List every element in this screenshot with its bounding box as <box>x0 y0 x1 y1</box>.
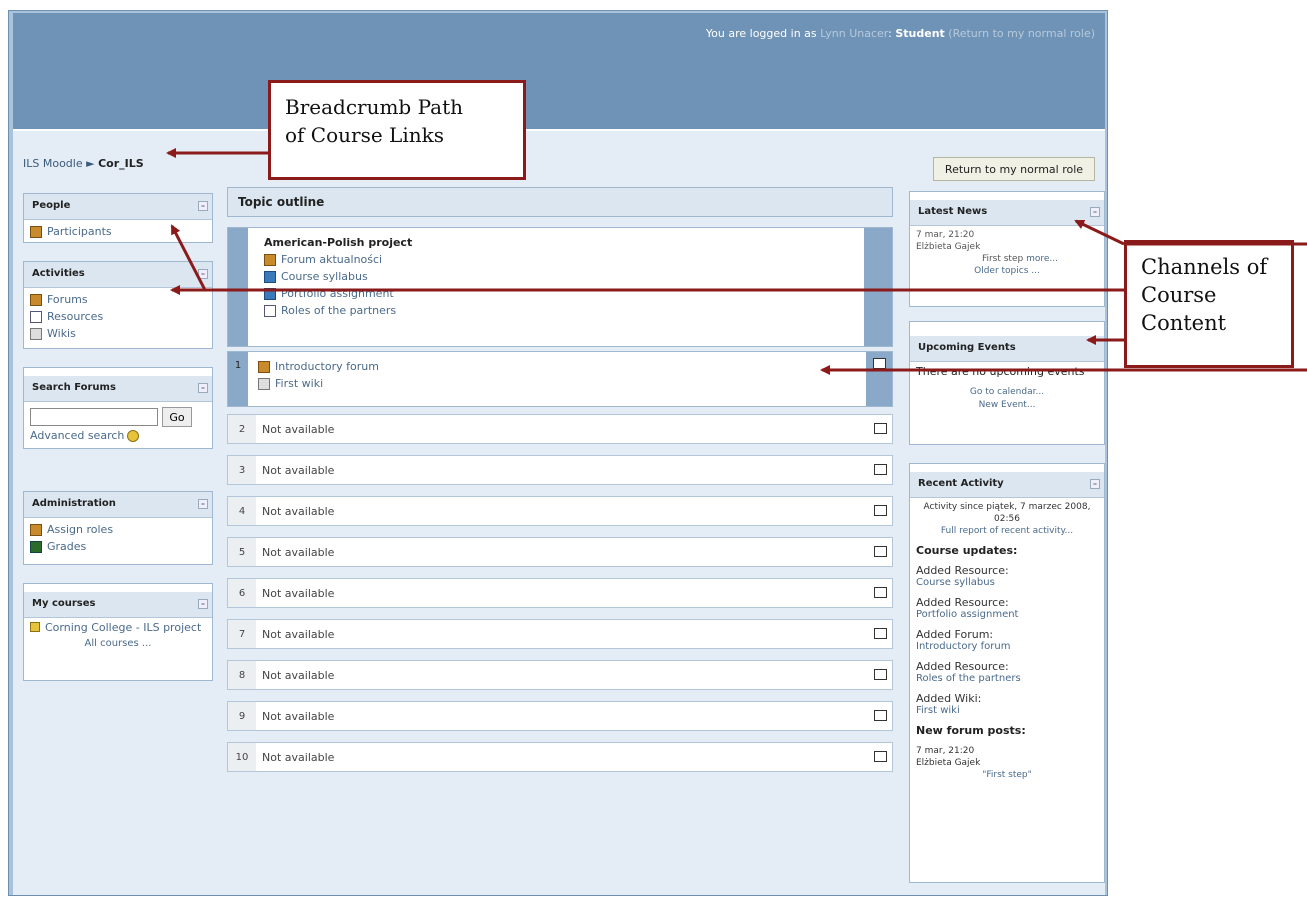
activity-entry: Added Resource: Portfolio assignment <box>916 597 1098 621</box>
topic-row: 9 Not available <box>227 701 893 731</box>
activity-link[interactable]: First wiki <box>916 705 1098 717</box>
recent-activity-block: Recent Activity – Activity since piątek, … <box>909 463 1105 883</box>
highlight-checkbox[interactable] <box>874 464 887 475</box>
activity-entry: Added Forum: Introductory forum <box>916 629 1098 653</box>
collapse-icon[interactable]: – <box>198 201 208 211</box>
highlight-checkbox[interactable] <box>874 546 887 557</box>
page-title: Topic outline <box>238 195 325 209</box>
wiki-icon <box>258 377 270 390</box>
topic-row: 3 Not available <box>227 455 893 485</box>
forums-link[interactable]: Forums <box>30 291 206 308</box>
main-content: ILS Moodle ► Cor_ILS Return to my normal… <box>13 129 1105 895</box>
section-0: American-Polish project Forum aktualnośc… <box>227 227 893 347</box>
highlight-checkbox[interactable] <box>874 751 887 762</box>
breadcrumb-annotation: Breadcrumb Path of Course Links <box>268 80 526 180</box>
breadcrumb-course: Cor_ILS <box>98 157 144 170</box>
collapse-icon[interactable]: – <box>1090 479 1100 489</box>
section-1: 1 Introductory forum First wiki <box>227 351 893 407</box>
resources-link[interactable]: Resources <box>30 308 206 325</box>
participants-link[interactable]: Participants <box>30 223 206 240</box>
wiki-icon <box>30 327 42 340</box>
activity-link[interactable]: Introductory forum <box>916 641 1098 653</box>
highlight-checkbox[interactable] <box>874 628 887 639</box>
resource-icon <box>264 270 276 283</box>
collapse-icon[interactable]: – <box>198 269 208 279</box>
user-link[interactable]: Lynn Unacer <box>820 27 888 40</box>
course-icon <box>30 622 40 632</box>
topic-row: 2 Not available <box>227 414 893 444</box>
forum-icon <box>264 253 276 266</box>
assign-roles-link[interactable]: Assign roles <box>30 521 206 538</box>
roles-icon <box>30 523 42 536</box>
upcoming-events-block: Upcoming Events There are no upcoming ev… <box>909 321 1105 445</box>
breadcrumb-home[interactable]: ILS Moodle <box>23 157 83 170</box>
resource-icon <box>30 310 42 323</box>
topic-row: 8 Not available <box>227 660 893 690</box>
login-info: You are logged in as Lynn Unacer: Studen… <box>705 27 1095 40</box>
highlight-checkbox[interactable] <box>874 423 887 434</box>
highlight-checkbox[interactable] <box>874 587 887 598</box>
portfolio-link[interactable]: Portfolio assignment <box>264 285 848 302</box>
collapse-icon[interactable]: – <box>198 599 208 609</box>
forum-link[interactable]: Forum aktualności <box>264 251 848 268</box>
activity-entry: Added Resource: Roles of the partners <box>916 661 1098 685</box>
highlight-checkbox[interactable] <box>874 669 887 680</box>
all-courses-link[interactable]: All courses ... <box>30 638 206 649</box>
new-event-link[interactable]: New Event... <box>916 399 1098 412</box>
grades-link[interactable]: Grades <box>30 538 206 555</box>
highlight-checkbox[interactable] <box>874 710 887 721</box>
help-icon[interactable] <box>127 429 140 442</box>
topic-outline-header: Topic outline <box>227 187 893 217</box>
latest-news-block: Latest News – 7 mar, 21:20 Elżbieta Gajek… <box>909 191 1105 307</box>
topic-row: 5 Not available <box>227 537 893 567</box>
topic-row: 10 Not available <box>227 742 893 772</box>
activity-link[interactable]: Portfolio assignment <box>916 609 1098 621</box>
advanced-search-link[interactable]: Advanced search <box>30 427 206 444</box>
moodle-window: You are logged in as Lynn Unacer: Studen… <box>8 10 1108 896</box>
course-link[interactable]: Corning College - ILS project <box>30 621 206 634</box>
activity-entry: Added Resource: Course syllabus <box>916 565 1098 589</box>
search-forums-block: Search Forums – Go Advanced search <box>23 367 213 449</box>
resource-icon <box>264 287 276 300</box>
older-topics-link[interactable]: Older topics ... <box>916 265 1098 277</box>
activity-link[interactable]: Roles of the partners <box>916 673 1098 685</box>
channels-annotation: Channels of Course Content <box>1124 240 1294 368</box>
administration-block: Administration – Assign roles Grades <box>23 491 213 565</box>
highlight-checkbox[interactable] <box>874 505 887 516</box>
topic-row: 6 Not available <box>227 578 893 608</box>
syllabus-link[interactable]: Course syllabus <box>264 268 848 285</box>
breadcrumb: ILS Moodle ► Cor_ILS <box>23 157 144 170</box>
search-input[interactable] <box>30 408 158 426</box>
forum-post-link[interactable]: "First step" <box>916 769 1098 781</box>
calendar-link[interactable]: Go to calendar... <box>916 386 1098 399</box>
people-block: People – Participants <box>23 193 213 243</box>
highlight-checkbox[interactable] <box>873 358 886 369</box>
forum-icon <box>30 293 42 306</box>
activity-entry: Added Wiki: First wiki <box>916 693 1098 717</box>
wikis-link[interactable]: Wikis <box>30 325 206 342</box>
collapse-icon[interactable]: – <box>198 383 208 393</box>
full-report-link[interactable]: Full report of recent activity... <box>916 525 1098 537</box>
topic-row: 7 Not available <box>227 619 893 649</box>
first-wiki-link[interactable]: First wiki <box>258 375 856 392</box>
section-title: American-Polish project <box>264 236 413 249</box>
grades-icon <box>30 540 42 553</box>
activity-link[interactable]: Course syllabus <box>916 577 1098 589</box>
forum-icon <box>258 360 270 373</box>
introductory-forum-link[interactable]: Introductory forum <box>258 358 856 375</box>
return-role-link[interactable]: (Return to my normal role) <box>948 27 1095 40</box>
go-button[interactable]: Go <box>162 407 192 427</box>
document-icon <box>264 304 276 317</box>
collapse-icon[interactable]: – <box>198 499 208 509</box>
people-icon <box>30 225 42 238</box>
page-header: You are logged in as Lynn Unacer: Studen… <box>13 13 1105 129</box>
news-more-link[interactable]: more... <box>1026 254 1058 264</box>
collapse-icon[interactable]: – <box>1090 207 1100 217</box>
my-courses-block: My courses – Corning College - ILS projec… <box>23 583 213 681</box>
roles-partners-link[interactable]: Roles of the partners <box>264 302 848 319</box>
topic-row: 4 Not available <box>227 496 893 526</box>
activities-block: Activities – Forums Resources Wikis <box>23 261 213 349</box>
return-normal-role-button[interactable]: Return to my normal role <box>933 157 1095 181</box>
